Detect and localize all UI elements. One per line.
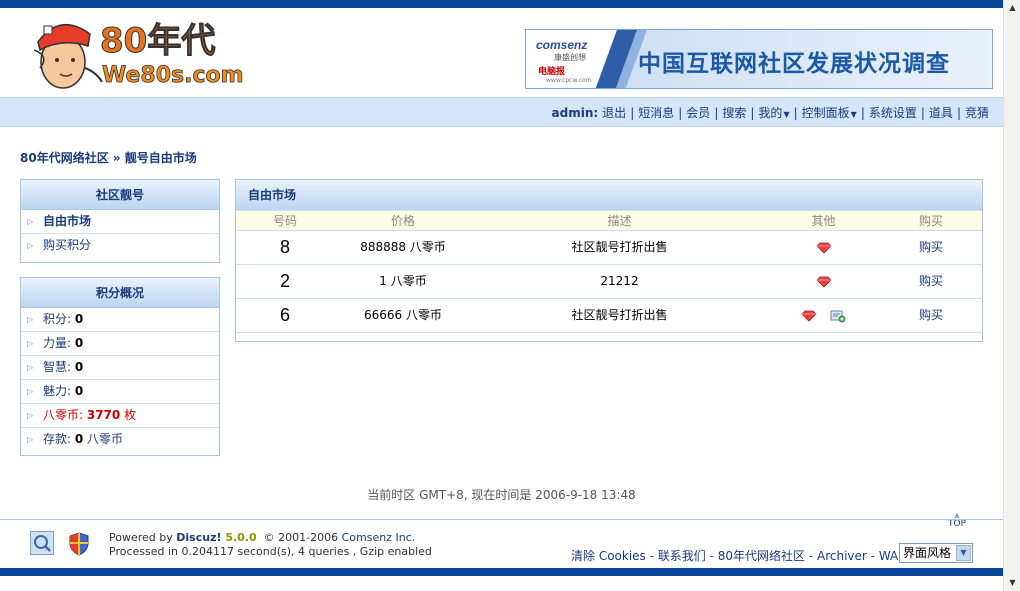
triangle-right-icon: ▷ bbox=[27, 363, 34, 372]
sidebar-box-title: 社区靓号 bbox=[21, 180, 219, 210]
buy-link[interactable]: 购买 bbox=[880, 299, 982, 332]
svg-text:We80s.com: We80s.com bbox=[102, 63, 244, 88]
nav-tools[interactable]: 道具 bbox=[925, 104, 957, 121]
table-row: 2 1 八零币 21212 购买 bbox=[236, 265, 982, 299]
table-header: 号码 价格 描述 其他 购买 bbox=[236, 210, 982, 231]
banner-brand: comsenz bbox=[536, 38, 588, 52]
triangle-right-icon: ▷ bbox=[27, 315, 34, 324]
description: 社区靓号打折出售 bbox=[571, 240, 668, 254]
comsenz-link[interactable]: Comsenz Inc. bbox=[342, 531, 416, 544]
shield-icon[interactable] bbox=[68, 532, 90, 556]
chevron-down-icon: ▼ bbox=[956, 545, 971, 561]
col-buy: 购买 bbox=[918, 214, 943, 228]
col-price: 价格 bbox=[390, 214, 415, 228]
banner-partner-url: www.cpcw.com bbox=[546, 77, 592, 84]
nav-links: admin: 退出 | 短消息 | 会员 | 搜索 | 我的▼ | 控制面板▼ | 系统设置… bbox=[552, 104, 993, 121]
arrow-up-icon: ▲ bbox=[954, 511, 960, 519]
nav-logout[interactable]: 退出 bbox=[598, 104, 630, 121]
table-row: 6 66666 八零币 社区靓号打折出售 购买 bbox=[236, 299, 982, 333]
sidebar-box-points-overview: 积分概况 ▷ 积分: 0 ▷ 力量: 0 ▷ 智慧: 0 ▷ 魅力: 0 ▷ 八零币: 3… bbox=[20, 277, 220, 456]
footer-divider bbox=[0, 519, 1003, 520]
sidebar-box-title: 积分概况 bbox=[21, 278, 219, 308]
vertical-scrollbar[interactable]: ▲ ▼ bbox=[1003, 0, 1020, 591]
buy-link[interactable]: 购买 bbox=[880, 231, 982, 264]
top-nav: admin: 退出 | 短消息 | 会员 | 搜索 | 我的▼ | 控制面板▼ | 系统设置… bbox=[0, 97, 1003, 127]
breadcrumb[interactable]: 80年代网络社区 » 靓号自由市场 bbox=[20, 149, 197, 166]
scroll-up-icon[interactable]: ▲ bbox=[1005, 0, 1020, 16]
banner-brand-sub: 康盛创想 bbox=[554, 53, 586, 62]
triangle-right-icon: ▷ bbox=[27, 387, 34, 396]
col-description: 描述 bbox=[607, 214, 632, 228]
buy-link[interactable]: 购买 bbox=[880, 265, 982, 298]
deposit-row: ▷ 存款: 0 八零币 bbox=[21, 428, 219, 452]
sidebar-item-free-market[interactable]: ▷ 自由市场 bbox=[21, 210, 219, 234]
caret-down-icon: ▼ bbox=[850, 110, 857, 119]
xhtml-validation-icon[interactable] bbox=[30, 531, 54, 555]
points-row: ▷ 积分: 0 bbox=[21, 308, 219, 332]
price: 66666 八零币 bbox=[364, 308, 442, 322]
panel-title: 自由市场 bbox=[236, 180, 982, 210]
free-market-panel: 自由市场 号码 价格 描述 其他 购买 8 888888 八零币 社区靓号打折出… bbox=[235, 179, 983, 342]
price: 1 八零币 bbox=[379, 274, 427, 288]
vanity-number: 6 bbox=[279, 305, 290, 325]
bottom-border bbox=[0, 568, 1003, 576]
processed-info: Processed in 0.204117 second(s), 4 queri… bbox=[109, 545, 432, 558]
other-cell bbox=[767, 265, 880, 298]
other-cell bbox=[767, 299, 880, 332]
triangle-right-icon: ▷ bbox=[27, 435, 34, 444]
strength-row: ▷ 力量: 0 bbox=[21, 332, 219, 356]
top-border bbox=[0, 0, 1003, 8]
contact-link[interactable]: 联系我们 bbox=[658, 549, 706, 563]
nav-username[interactable]: admin: bbox=[552, 106, 599, 120]
vanity-number: 8 bbox=[279, 237, 290, 257]
triangle-right-icon: ▷ bbox=[27, 241, 34, 250]
triangle-right-icon: ▷ bbox=[27, 217, 34, 226]
coins-row: ▷ 八零币: 3770 枚 bbox=[21, 404, 219, 428]
triangle-right-icon: ▷ bbox=[27, 339, 34, 348]
col-number: 号码 bbox=[272, 214, 297, 228]
charm-row: ▷ 魅力: 0 bbox=[21, 380, 219, 404]
caret-down-icon: ▼ bbox=[783, 110, 790, 119]
col-other: 其他 bbox=[811, 214, 836, 228]
archiver-link[interactable]: Archiver bbox=[817, 549, 867, 563]
nav-system-settings[interactable]: 系统设置 bbox=[865, 104, 921, 121]
nav-members[interactable]: 会员 bbox=[682, 104, 714, 121]
gem-icon bbox=[815, 242, 832, 254]
community-link[interactable]: 80年代网络社区 bbox=[718, 549, 805, 563]
sidebar-box-vanity-numbers: 社区靓号 ▷ 自由市场 ▷ 购买积分 bbox=[20, 179, 220, 263]
sidebar-item-buy-points[interactable]: ▷ 购买积分 bbox=[21, 234, 219, 258]
nav-search[interactable]: 搜索 bbox=[718, 104, 750, 121]
survey-banner[interactable]: comsenz 康盛创想 电脑报 www.cpcw.com 中国互联网社区发展状… bbox=[525, 29, 993, 89]
discuz-link[interactable]: Discuz! bbox=[176, 531, 221, 544]
other-cell bbox=[767, 231, 880, 264]
top-label: TOP bbox=[947, 519, 966, 529]
price: 888888 八零币 bbox=[360, 240, 446, 254]
powered-by: Powered by Discuz! 5.0.0 © 2001-2006 Com… bbox=[109, 531, 432, 558]
clear-cookies-link[interactable]: 清除 Cookies bbox=[571, 549, 646, 563]
scroll-down-icon[interactable]: ▼ bbox=[1005, 575, 1020, 591]
theme-select[interactable]: 界面风格 ▼ bbox=[899, 543, 973, 563]
add-card-icon[interactable] bbox=[830, 309, 846, 323]
gem-icon bbox=[801, 310, 817, 322]
nav-quiz[interactable]: 竞猜 bbox=[961, 104, 993, 121]
nav-my-menu[interactable]: 我的▼ bbox=[754, 104, 793, 121]
site-logo[interactable]: 80年代 We80s.com bbox=[30, 12, 260, 92]
vanity-number: 2 bbox=[279, 271, 290, 291]
banner-title: 中国互联网社区发展状况调查 bbox=[638, 51, 950, 77]
discuz-version: 5.0.0 bbox=[221, 531, 257, 544]
gem-icon bbox=[815, 276, 832, 288]
description: 21212 bbox=[600, 274, 639, 288]
wisdom-row: ▷ 智慧: 0 bbox=[21, 356, 219, 380]
table-row: 8 888888 八零币 社区靓号打折出售 购买 bbox=[236, 231, 982, 265]
description: 社区靓号打折出售 bbox=[571, 308, 668, 322]
back-to-top[interactable]: ▲ TOP bbox=[946, 511, 968, 529]
nav-control-panel[interactable]: 控制面板▼ bbox=[798, 104, 861, 121]
banner-partner: 电脑报 bbox=[538, 67, 566, 77]
svg-text:80年代: 80年代 bbox=[100, 21, 215, 61]
nav-messages[interactable]: 短消息 bbox=[634, 104, 678, 121]
triangle-right-icon: ▷ bbox=[27, 411, 34, 420]
footer-links: 清除 Cookies - 联系我们 - 80年代网络社区 - Archiver … bbox=[571, 549, 906, 563]
footer-timezone: 当前时区 GMT+8, 现在时间是 2006-9-18 13:48 bbox=[367, 488, 636, 502]
